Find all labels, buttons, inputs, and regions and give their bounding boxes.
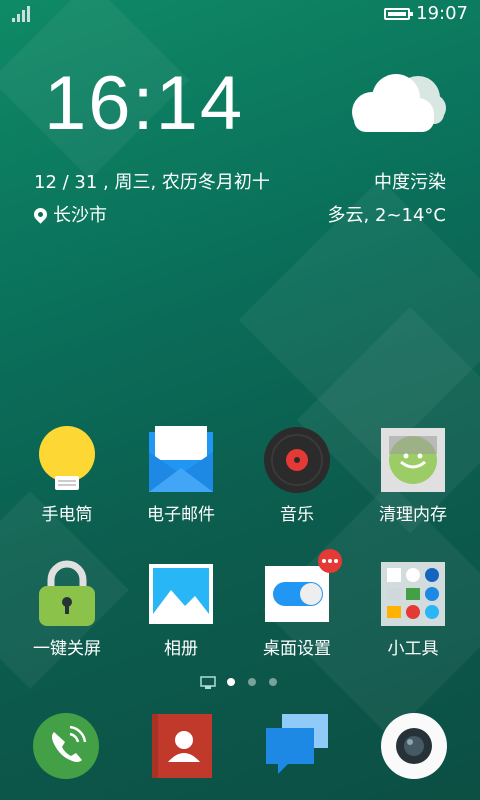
app-desktop-settings[interactable]: 桌面设置: [237, 549, 357, 659]
battery-icon: [384, 8, 413, 20]
signal-icon: [12, 6, 32, 22]
page-dot[interactable]: [269, 678, 277, 686]
app-lock-screen[interactable]: 一键关屏: [7, 560, 127, 659]
app-label: 一键关屏: [33, 639, 101, 659]
more-badge-icon: [318, 549, 342, 573]
flashlight-icon: [33, 426, 101, 494]
page-indicator[interactable]: [0, 674, 480, 690]
music-icon: [263, 426, 331, 494]
dock-camera[interactable]: [380, 712, 448, 780]
cloud-icon[interactable]: [346, 68, 446, 134]
status-time: 19:07: [416, 3, 468, 24]
city-name: 长沙市: [53, 205, 107, 226]
status-bar: 19:07: [0, 0, 480, 28]
email-icon: [147, 426, 215, 494]
app-label: 小工具: [387, 639, 439, 659]
app-music[interactable]: 音乐: [237, 426, 357, 525]
messages-icon: [266, 714, 328, 774]
gallery-icon: [147, 560, 215, 628]
app-label: 电子邮件: [147, 505, 215, 525]
page-dot-active[interactable]: [227, 678, 235, 686]
desktop-settings-icon: [263, 549, 342, 628]
page-dot[interactable]: [248, 678, 256, 686]
clock[interactable]: 16:14: [44, 60, 244, 147]
weather-text: 多云, 2~14°C: [327, 205, 446, 226]
home-page-icon: [200, 676, 216, 689]
app-label: 桌面设置: [263, 639, 331, 659]
dock-phone[interactable]: [32, 712, 100, 780]
app-email[interactable]: 电子邮件: [121, 426, 241, 525]
air-quality: 中度污染: [374, 172, 446, 193]
app-label: 音乐: [280, 505, 314, 525]
app-label: 相册: [164, 639, 198, 659]
app-flashlight[interactable]: 手电筒: [7, 426, 127, 525]
dock-contacts[interactable]: [150, 712, 214, 780]
contacts-icon: [152, 714, 212, 778]
location-pin-icon: [31, 204, 50, 224]
app-label: 清理内存: [379, 505, 447, 525]
date-text: 12 / 31 , 周三, 农历冬月初十: [34, 172, 270, 193]
dock: [0, 700, 480, 800]
app-gallery[interactable]: 相册: [121, 560, 241, 659]
camera-icon: [381, 713, 447, 779]
app-memory-cleaner[interactable]: 清理内存: [353, 426, 473, 525]
location[interactable]: 长沙市: [31, 201, 107, 227]
app-widgets-folder[interactable]: 小工具: [353, 560, 473, 659]
dock-messages[interactable]: [266, 712, 330, 780]
app-label: 手电筒: [41, 505, 93, 525]
memory-cleaner-icon: [379, 426, 447, 494]
widgets-folder-icon: [379, 560, 447, 628]
phone-icon: [33, 713, 99, 779]
lock-screen-icon: [33, 560, 101, 628]
